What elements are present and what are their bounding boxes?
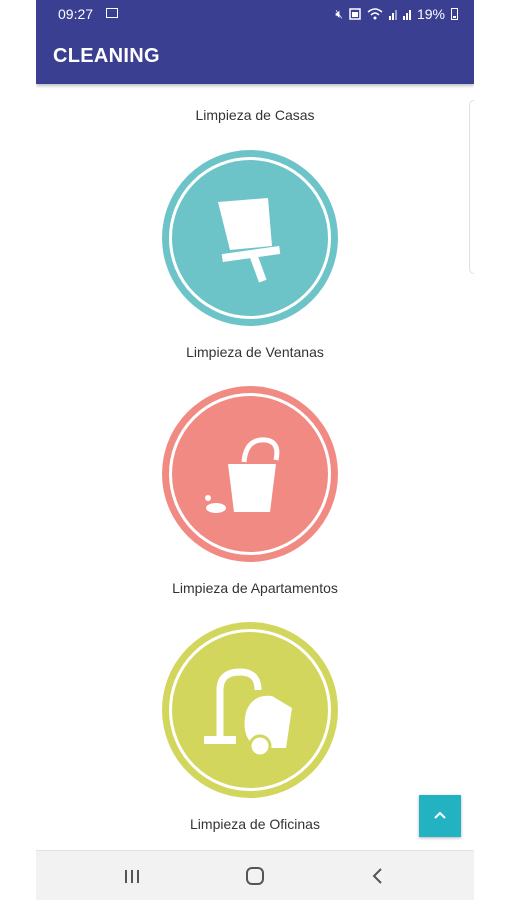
wifi-icon (367, 8, 383, 20)
sim-icon (349, 8, 361, 20)
scroll-indicator[interactable] (469, 100, 474, 274)
service-circle[interactable] (162, 386, 338, 562)
status-time: 09:27 (58, 6, 94, 22)
battery-icon (451, 8, 458, 20)
service-label: Limpieza de Apartamentos (172, 580, 338, 596)
chevron-up-icon (434, 811, 446, 819)
battery-percent: 19% (416, 6, 445, 22)
service-label: Limpieza de Oficinas (190, 816, 320, 832)
service-label: Limpieza de Ventanas (186, 344, 324, 360)
signal-icon (388, 8, 397, 20)
status-bar: 09:27 🔇︎ 19% (36, 0, 474, 28)
phone-screen: 09:27 🔇︎ 19% CLEANING Limpieza de Casas (36, 0, 474, 900)
service-label: Limpieza de Casas (195, 107, 315, 123)
vacuum-icon (204, 668, 292, 758)
recents-icon[interactable] (120, 864, 144, 888)
image-notification-icon (106, 8, 118, 18)
back-icon[interactable] (366, 864, 390, 888)
service-circle[interactable] (162, 150, 338, 326)
signal-icon-2 (402, 8, 411, 20)
app-title: CLEANING (53, 45, 160, 67)
home-icon[interactable] (243, 864, 267, 888)
services-list[interactable]: Limpieza de Casas Limpieza de Ventanas L… (36, 84, 474, 850)
system-nav-bar (36, 850, 474, 900)
scroll-top-button[interactable] (419, 795, 461, 837)
status-icons: 🔇︎ 19% (335, 6, 458, 22)
squeegee-icon (218, 198, 281, 283)
service-circle[interactable] (162, 622, 338, 798)
mute-icon: 🔇︎ (335, 6, 343, 21)
bucket-icon (205, 437, 280, 513)
app-bar: CLEANING (36, 28, 474, 84)
